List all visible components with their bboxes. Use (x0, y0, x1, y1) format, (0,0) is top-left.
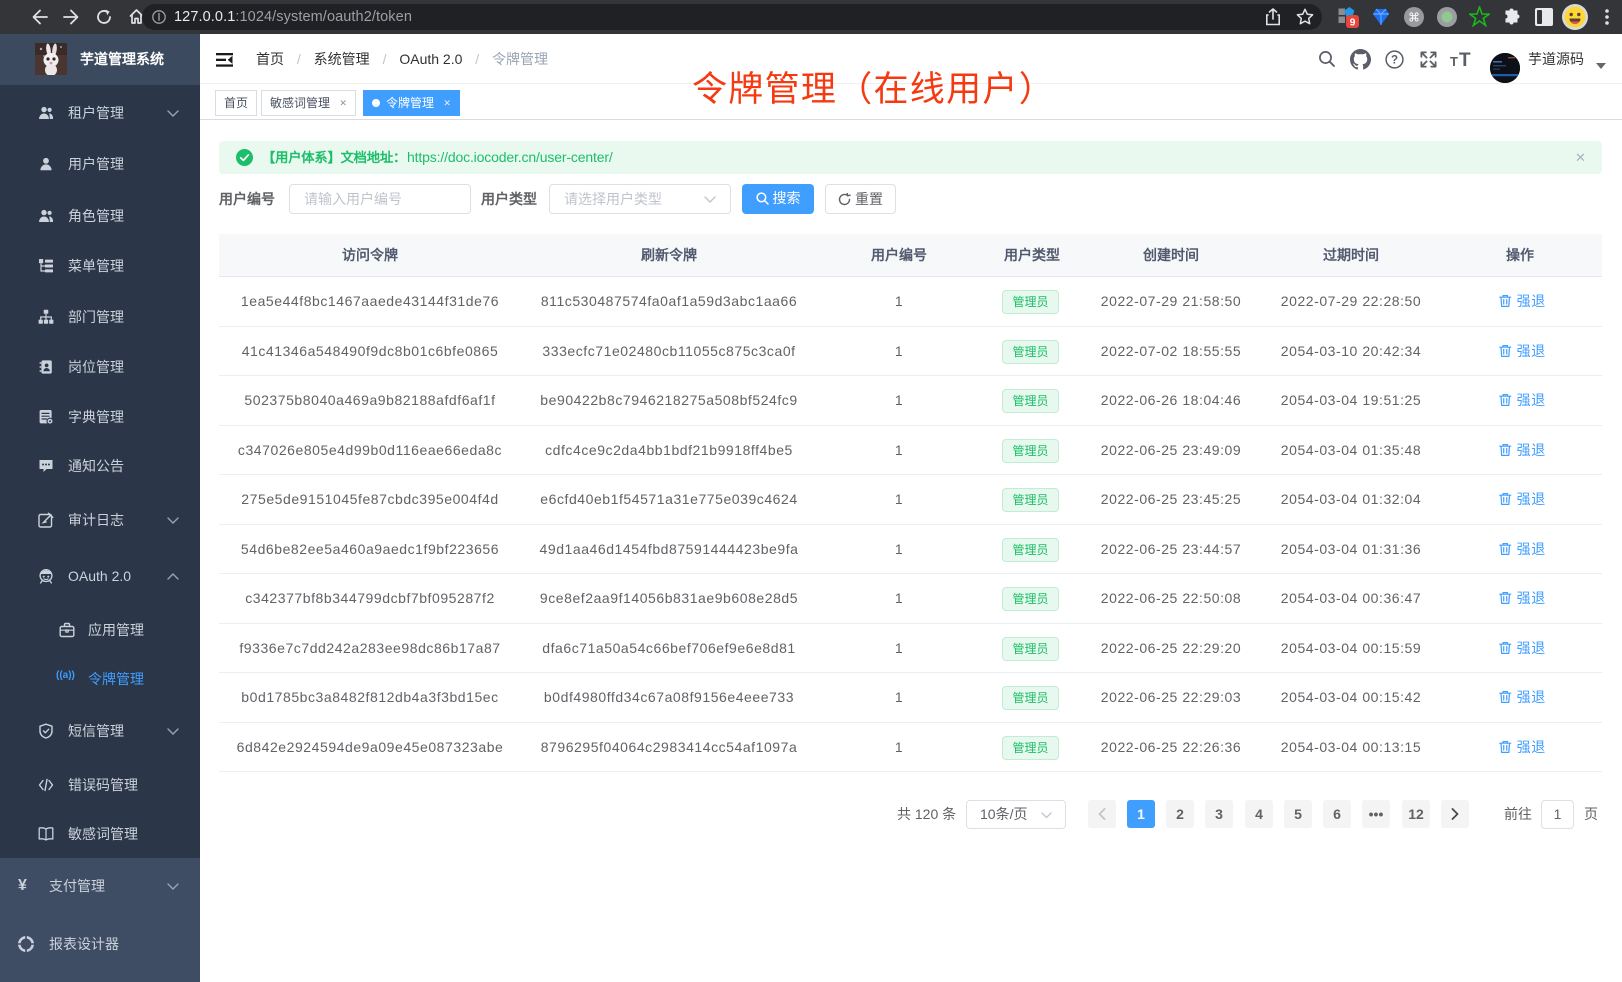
svg-text:9: 9 (1350, 16, 1356, 28)
svg-text:?: ? (1391, 55, 1398, 67)
svg-text:T: T (1450, 54, 1458, 69)
svg-text:⌘: ⌘ (1408, 11, 1420, 25)
svg-text:T: T (1459, 51, 1471, 69)
